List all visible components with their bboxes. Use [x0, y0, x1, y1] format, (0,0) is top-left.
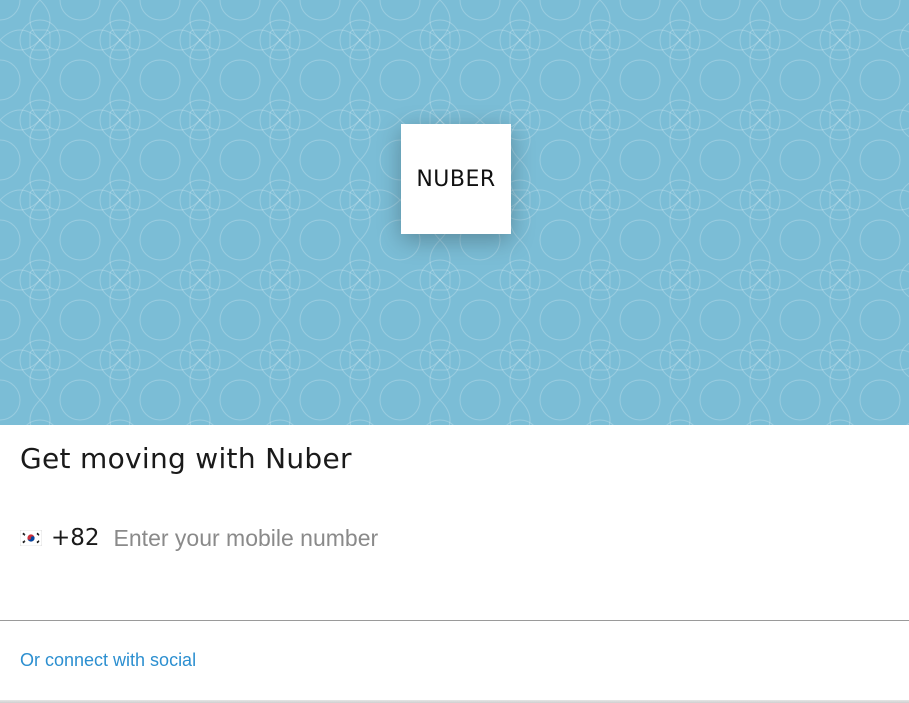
phone-field-row: +82	[20, 520, 594, 556]
south-korea-flag-icon	[20, 530, 42, 546]
mobile-number-input[interactable]	[113, 524, 594, 552]
logo-text: NUBER	[416, 166, 496, 192]
nuber-logo: NUBER	[401, 124, 511, 234]
country-code[interactable]: +82	[51, 525, 100, 551]
hero-banner: NUBER	[0, 0, 909, 425]
page-title: Get moving with Nuber	[20, 442, 352, 475]
connect-with-social-link[interactable]: Or connect with social	[20, 650, 196, 671]
divider	[0, 620, 909, 621]
login-page: NUBER Get moving with Nuber +82 Or conne…	[0, 0, 909, 703]
